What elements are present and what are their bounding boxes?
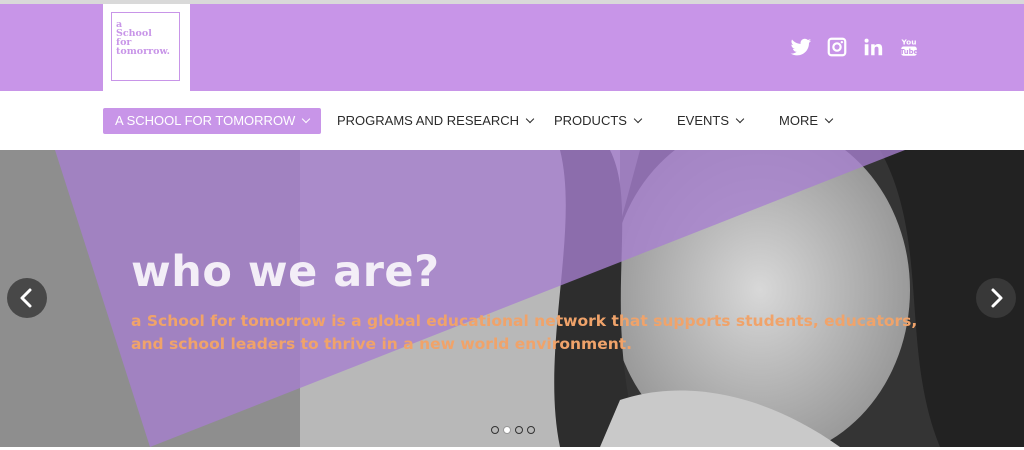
chevron-down-icon [824, 114, 834, 124]
nav-item-label: A SCHOOL FOR TOMORROW [115, 113, 296, 128]
nav-item-programs-and-research[interactable]: PROGRAMS AND RESEARCH [337, 108, 535, 134]
slider-dot-active[interactable] [503, 426, 511, 434]
chevron-right-icon [991, 288, 1003, 308]
chevron-down-icon [633, 114, 643, 124]
hero-subtitle: a School for tomorrow is a global educat… [131, 312, 918, 353]
linkedin-icon[interactable] [862, 36, 884, 58]
hero-title: who we are? [131, 247, 440, 297]
nav-item-events[interactable]: EVENTS [677, 108, 745, 134]
site-header: a School for tomorrow. You Tube [0, 4, 1024, 91]
nav-item-label: EVENTS [677, 113, 730, 128]
main-navigation: A SCHOOL FOR TOMORROW PROGRAMS AND RESEA… [0, 91, 1024, 150]
twitter-icon[interactable] [790, 36, 812, 58]
chevron-down-icon [525, 114, 535, 124]
nav-item-more[interactable]: MORE [779, 108, 834, 134]
nav-item-label: PRODUCTS [554, 113, 627, 128]
slider-dot[interactable] [491, 426, 499, 434]
slider-dot[interactable] [527, 426, 535, 434]
svg-text:Tube: Tube [900, 48, 919, 56]
slider-prev-button[interactable] [7, 278, 47, 318]
instagram-icon[interactable] [826, 36, 848, 58]
social-links: You Tube [790, 35, 920, 59]
nav-item-label: PROGRAMS AND RESEARCH [337, 113, 520, 128]
site-logo[interactable]: a School for tomorrow. [103, 4, 190, 91]
nav-item-school-for-tomorrow[interactable]: A SCHOOL FOR TOMORROW [103, 108, 322, 134]
nav-item-products[interactable]: PRODUCTS [554, 108, 643, 134]
chevron-down-icon [302, 114, 311, 124]
slider-dot[interactable] [515, 426, 523, 434]
chevron-left-icon [20, 288, 32, 308]
slider-next-button[interactable] [976, 278, 1016, 318]
nav-item-label: MORE [779, 113, 818, 128]
hero-slider: who we are? a School for tomorrow is a g… [0, 150, 1024, 447]
chevron-down-icon [735, 114, 745, 124]
slider-pagination [491, 426, 535, 434]
logo-text: a School for tomorrow. [116, 20, 182, 57]
youtube-icon[interactable]: You Tube [898, 36, 920, 58]
hero-background-image [0, 150, 1024, 447]
svg-text:You: You [901, 38, 917, 47]
logo-line: tomorrow. [116, 46, 170, 57]
